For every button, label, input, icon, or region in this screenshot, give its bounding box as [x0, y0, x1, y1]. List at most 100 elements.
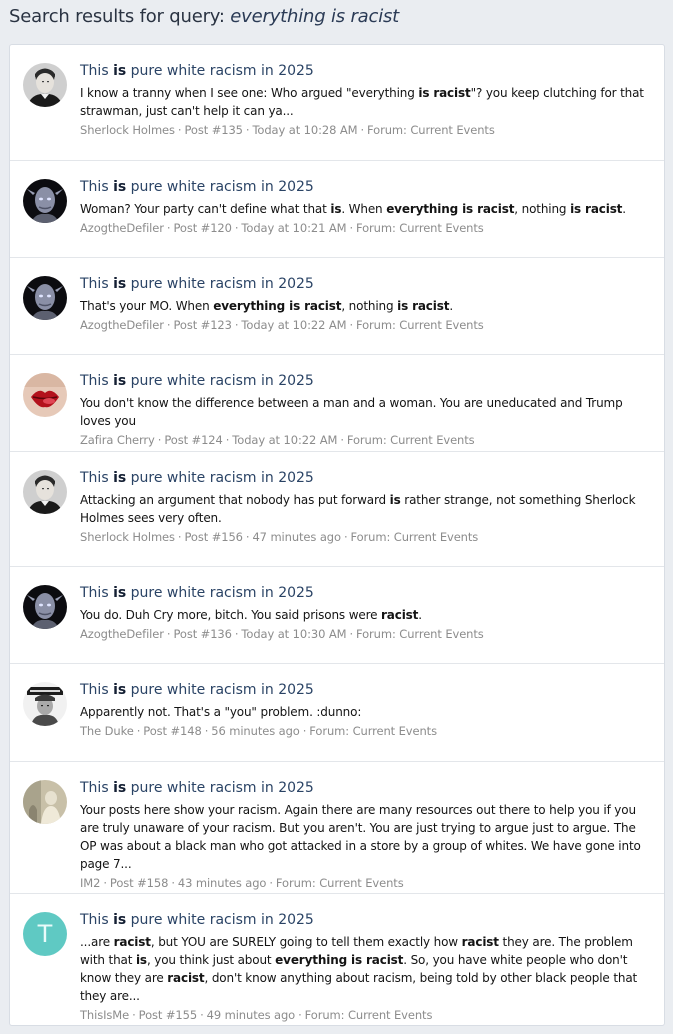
result-title-link[interactable]: This is pure white racism in 2025: [80, 371, 652, 391]
azog-avatar[interactable]: [23, 179, 67, 223]
snippet-highlight: is: [330, 202, 342, 216]
author-link[interactable]: AzogtheDefiler: [80, 318, 164, 332]
result-item: This is pure white racism in 2025 Appare…: [10, 664, 664, 762]
post-link[interactable]: Post #155: [139, 1008, 198, 1022]
snippet-highlight: everything is racist: [386, 202, 515, 216]
post-link[interactable]: Post #148: [143, 724, 202, 738]
post-time[interactable]: Today at 10:21 AM: [241, 221, 346, 235]
result-title-link[interactable]: This is pure white racism in 2025: [80, 274, 652, 294]
snippet-highlight: racist: [381, 608, 419, 622]
author-link[interactable]: Sherlock Holmes: [80, 530, 175, 544]
author-link[interactable]: ThisIsMe: [80, 1008, 129, 1022]
result-snippet: Attacking an argument that nobody has pu…: [80, 491, 652, 527]
author-link[interactable]: The Duke: [80, 724, 134, 738]
result-title-link[interactable]: This is pure white racism in 2025: [80, 778, 652, 798]
search-query: everything is racist: [230, 6, 400, 27]
post-time[interactable]: Today at 10:22 AM: [241, 318, 346, 332]
azog-avatar[interactable]: [23, 276, 67, 320]
post-link[interactable]: Post #158: [110, 876, 169, 890]
forum-link[interactable]: Forum: Current Events: [309, 724, 437, 738]
result-meta: Sherlock Holmes · Post #135 · Today at 10:28…: [80, 123, 495, 137]
author-link[interactable]: Zafira Cherry: [80, 433, 155, 447]
forum-link[interactable]: Forum: Current Events: [356, 627, 484, 641]
post-time[interactable]: 43 minutes ago: [178, 876, 267, 890]
result-title-link[interactable]: This is pure white racism in 2025: [80, 61, 652, 81]
post-link[interactable]: Post #136: [173, 627, 232, 641]
snippet-text: . When: [341, 202, 387, 216]
result-meta: Sherlock Holmes · Post #156 · 47 minutes ago…: [80, 530, 479, 544]
result-meta: The Duke · Post #148 · 56 minutes ago · Forum:…: [80, 724, 437, 738]
result-title-link[interactable]: This is pure white racism in 2025: [80, 468, 652, 488]
snippet-text: You do. Duh Cry more, bitch. You said pr…: [80, 608, 382, 622]
letter-t-avatar[interactable]: T: [23, 912, 67, 956]
snippet-text: Your posts here show your racism. Again …: [80, 803, 641, 871]
result-meta: AzogtheDefiler · Post #123 · Today at 10:22 …: [80, 318, 484, 332]
result-snippet: I know a tranny when I see one: Who argu…: [80, 84, 652, 120]
snippet-highlight: is racist: [397, 299, 450, 313]
author-link[interactable]: AzogtheDefiler: [80, 221, 164, 235]
result-title-link[interactable]: This is pure white racism in 2025: [80, 177, 652, 197]
sherlock-holmes-avatar[interactable]: [23, 470, 67, 514]
post-link[interactable]: Post #156: [184, 530, 243, 544]
snippet-text: , nothing: [514, 202, 571, 216]
post-link[interactable]: Post #135: [184, 123, 243, 137]
result-snippet: Woman? Your party can't define what that…: [80, 200, 652, 218]
snippet-highlight: is racist: [418, 86, 471, 100]
forum-link[interactable]: Forum: Current Events: [356, 221, 484, 235]
snippet-text: .: [418, 608, 422, 622]
result-item: This is pure white racism in 2025 Your p…: [10, 762, 664, 894]
result-meta: AzogtheDefiler · Post #136 · Today at 10:30 …: [80, 627, 484, 641]
result-snippet: Apparently not. That's a "you" problem. …: [80, 703, 652, 721]
snippet-text: .: [449, 299, 453, 313]
post-time[interactable]: 49 minutes ago: [207, 1008, 296, 1022]
snippet-highlight: racist: [113, 935, 151, 949]
forum-link[interactable]: Forum: Current Events: [276, 876, 404, 890]
result-meta: ThisIsMe · Post #155 · 49 minutes ago · Forum:…: [80, 1008, 433, 1022]
snippet-highlight: everything is racist: [213, 299, 342, 313]
snippet-highlight: is: [135, 953, 147, 967]
result-snippet: You do. Duh Cry more, bitch. You said pr…: [80, 606, 652, 624]
snippet-highlight: racist: [461, 935, 499, 949]
snippet-text: Woman? Your party can't define what that: [80, 202, 331, 216]
author-link[interactable]: Sherlock Holmes: [80, 123, 175, 137]
search-header: Search results for query: everything is …: [9, 6, 399, 27]
sherlock-holmes-avatar[interactable]: [23, 63, 67, 107]
snippet-text: .: [622, 202, 626, 216]
author-link[interactable]: IM2: [80, 876, 100, 890]
snippet-text: Attacking an argument that nobody has pu…: [80, 493, 390, 507]
result-snippet: Your posts here show your racism. Again …: [80, 801, 652, 873]
result-item: T This is pure white racism in 2025 ...a…: [10, 894, 664, 1025]
post-time[interactable]: Today at 10:30 AM: [241, 627, 346, 641]
author-link[interactable]: AzogtheDefiler: [80, 627, 164, 641]
snippet-text: ...are: [80, 935, 114, 949]
result-item: This is pure white racism in 2025 Attack…: [10, 452, 664, 567]
the-duke-avatar[interactable]: [23, 682, 67, 726]
azog-avatar[interactable]: [23, 585, 67, 629]
forum-link[interactable]: Forum: Current Events: [356, 318, 484, 332]
snippet-highlight: everything is racist: [275, 953, 404, 967]
post-time[interactable]: 56 minutes ago: [211, 724, 300, 738]
result-meta: AzogtheDefiler · Post #120 · Today at 10:21 …: [80, 221, 484, 235]
im2-avatar[interactable]: [23, 780, 67, 824]
forum-link[interactable]: Forum: Current Events: [305, 1008, 433, 1022]
snippet-highlight: is racist: [570, 202, 623, 216]
result-title-link[interactable]: This is pure white racism in 2025: [80, 680, 652, 700]
snippet-text: I know a tranny when I see one: Who argu…: [80, 86, 419, 100]
post-link[interactable]: Post #120: [173, 221, 232, 235]
snippet-text: You don't know the difference between a …: [80, 396, 623, 428]
snippet-text: , you think just about: [146, 953, 276, 967]
lips-avatar[interactable]: [23, 373, 67, 417]
forum-link[interactable]: Forum: Current Events: [347, 433, 475, 447]
post-link[interactable]: Post #124: [164, 433, 223, 447]
snippet-text: , but YOU are SURELY going to tell them …: [150, 935, 462, 949]
result-title-link[interactable]: This is pure white racism in 2025: [80, 583, 652, 603]
result-title-link[interactable]: This is pure white racism in 2025: [80, 910, 652, 930]
post-time[interactable]: Today at 10:28 AM: [252, 123, 357, 137]
forum-link[interactable]: Forum: Current Events: [367, 123, 495, 137]
result-item: This is pure white racism in 2025 I know…: [10, 45, 664, 161]
forum-link[interactable]: Forum: Current Events: [351, 530, 479, 544]
post-time[interactable]: Today at 10:22 AM: [232, 433, 337, 447]
post-link[interactable]: Post #123: [173, 318, 232, 332]
post-time[interactable]: 47 minutes ago: [252, 530, 341, 544]
snippet-text: Apparently not. That's a "you" problem. …: [80, 705, 362, 719]
